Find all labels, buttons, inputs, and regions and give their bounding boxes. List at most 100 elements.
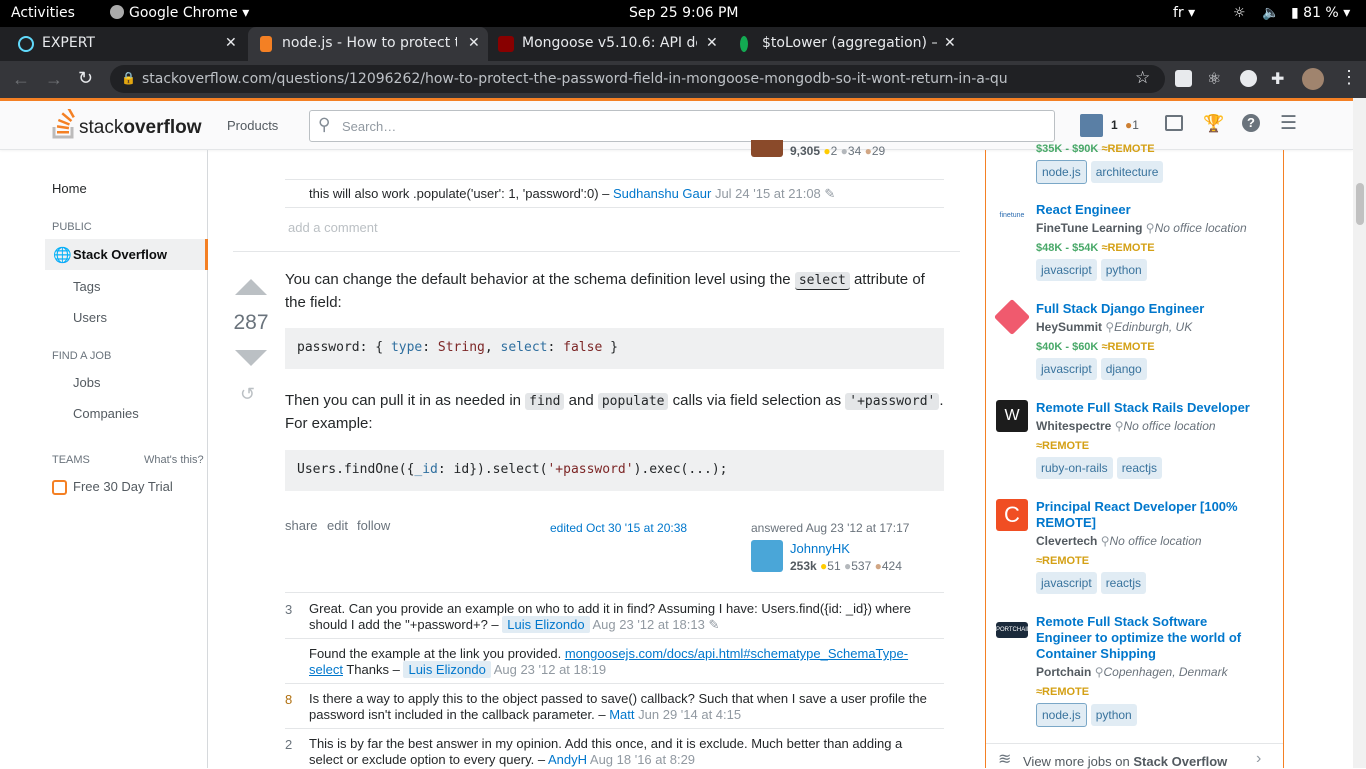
code-token: select xyxy=(500,340,548,355)
help-icon[interactable]: ? xyxy=(1242,114,1260,132)
history-icon[interactable]: ↺ xyxy=(240,384,255,405)
downvote-arrow-icon[interactable] xyxy=(233,349,269,367)
job-remote: REMOTE xyxy=(1042,686,1090,698)
tag[interactable]: python xyxy=(1090,704,1137,726)
system-top-bar: Activities Google Chrome ▾ Sep 25 9:06 P… xyxy=(0,0,1366,27)
comment-user-link[interactable]: AndyH xyxy=(548,752,587,767)
nav-stackoverflow[interactable]: 🌐 Stack Overflow xyxy=(45,239,208,270)
add-comment-link[interactable]: add a comment xyxy=(288,220,378,235)
nav-tags[interactable]: Tags xyxy=(73,279,100,294)
keyboard-layout[interactable]: fr ▾ xyxy=(1173,5,1195,21)
location-pin-icon: ⚲ xyxy=(1145,221,1155,235)
close-icon[interactable]: ✕ xyxy=(944,35,956,51)
code-block-1: password: { type: String, select: false … xyxy=(285,328,944,369)
kebab-menu-icon[interactable]: ⋮ xyxy=(1340,67,1358,88)
battery-status[interactable]: ▮ 81 % ▾ xyxy=(1291,5,1350,21)
profile-avatar[interactable] xyxy=(1302,68,1324,90)
tag[interactable]: javascript xyxy=(1036,259,1097,281)
tag[interactable]: reactjs xyxy=(1100,572,1147,594)
job-title[interactable]: Principal React Developer [100% REMOTE] xyxy=(1036,499,1266,531)
reload-icon[interactable]: ↻ xyxy=(78,68,93,89)
bookmark-star-icon[interactable]: ☆ xyxy=(1135,68,1150,88)
nav-home[interactable]: Home xyxy=(52,181,87,196)
edit-link[interactable]: edit xyxy=(327,518,348,533)
left-sidebar: Home PUBLIC 🌐 Stack Overflow Tags Users … xyxy=(0,150,208,768)
job-remote: REMOTE xyxy=(1042,555,1090,567)
nav-jobs[interactable]: Jobs xyxy=(73,375,100,390)
edited-link[interactable]: edited Oct 30 '15 at 20:38 xyxy=(550,521,687,535)
comment-date[interactable]: Aug 23 '12 at 18:19 xyxy=(494,662,606,677)
text: For example: xyxy=(285,415,373,432)
tag[interactable]: python xyxy=(1100,259,1147,281)
puzzle-icon[interactable]: ✚ xyxy=(1271,69,1284,89)
tag[interactable]: reactjs xyxy=(1116,457,1163,479)
react-devtools-icon[interactable]: ⚛ xyxy=(1207,69,1221,89)
tag[interactable]: node.js xyxy=(1036,160,1087,184)
share-link[interactable]: share xyxy=(285,518,318,533)
author-avatar[interactable] xyxy=(751,540,783,572)
close-icon[interactable]: ✕ xyxy=(225,35,237,51)
comment-user-link[interactable]: Luis Elizondo xyxy=(403,661,491,678)
inbox-icon[interactable] xyxy=(1165,115,1183,131)
job-listing[interactable]: finetune React Engineer FineTune Learnin… xyxy=(996,202,1276,292)
brightness-icon[interactable]: ☼ xyxy=(1233,5,1246,21)
tag[interactable]: architecture xyxy=(1090,161,1164,183)
close-icon[interactable]: ✕ xyxy=(706,35,718,51)
products-menu[interactable]: Products xyxy=(227,118,278,133)
inline-code: populate xyxy=(597,393,669,410)
job-title[interactable]: Remote Full Stack Rails Developer xyxy=(1036,400,1266,416)
job-listing[interactable]: C Principal React Developer [100% REMOTE… xyxy=(996,499,1276,604)
tab-expert[interactable]: EXPERT ✕ xyxy=(8,27,248,61)
nav-stackoverflow-label: Stack Overflow xyxy=(73,247,167,262)
author-bronze: 424 xyxy=(881,559,902,573)
job-title[interactable]: Full Stack Django Engineer xyxy=(1036,301,1266,317)
activities-button[interactable]: Activities xyxy=(11,5,75,21)
job-title[interactable]: React Engineer xyxy=(1036,202,1266,218)
prev-bronze: 29 xyxy=(871,144,886,158)
tag[interactable]: javascript xyxy=(1036,358,1097,380)
job-listing[interactable]: W Remote Full Stack Rails Developer Whit… xyxy=(996,400,1276,490)
dark-reader-icon[interactable] xyxy=(1240,70,1257,87)
comment-date[interactable]: Jul 24 '15 at 21:08 xyxy=(715,186,821,201)
comment-user-link[interactable]: Luis Elizondo xyxy=(502,616,590,633)
comment-date[interactable]: Aug 23 '12 at 18:13 xyxy=(593,617,705,632)
user-avatar[interactable] xyxy=(1080,114,1103,137)
tab-stackoverflow[interactable]: node.js - How to protect t ✕ xyxy=(248,27,488,61)
whats-this-link[interactable]: What's this? xyxy=(144,454,204,466)
address-bar[interactable]: 🔒 stackoverflow.com/questions/12096262/h… xyxy=(110,65,1165,93)
nav-free-trial[interactable]: Free 30 Day Trial xyxy=(73,479,173,494)
comment-date[interactable]: Aug 18 '16 at 8:29 xyxy=(590,752,695,767)
tab-mongoose[interactable]: Mongoose v5.10.6: API do ✕ xyxy=(488,27,728,61)
page-scrollbar[interactable] xyxy=(1353,98,1366,768)
app-menu[interactable]: Google Chrome ▾ xyxy=(110,5,249,21)
tab-tolower[interactable]: $toLower (aggregation) – ✕ xyxy=(728,27,968,61)
nav-users[interactable]: Users xyxy=(73,310,107,325)
job-listing[interactable]: Full Stack Django Engineer HeySummit ⚲Ed… xyxy=(993,298,1276,391)
job-title[interactable]: Remote Full Stack Software Engineer to o… xyxy=(1036,614,1266,662)
tag[interactable]: ruby-on-rails xyxy=(1036,457,1113,479)
site-switcher-icon[interactable]: ☰ xyxy=(1280,112,1297,135)
trophy-icon[interactable]: 🏆 xyxy=(1203,114,1224,134)
close-icon[interactable]: ✕ xyxy=(468,35,480,51)
prev-user-avatar[interactable] xyxy=(751,140,783,157)
tag[interactable]: node.js xyxy=(1036,703,1087,727)
back-arrow-icon[interactable]: ← xyxy=(12,69,30,90)
tag[interactable]: django xyxy=(1100,358,1147,380)
volume-icon[interactable]: 🔈 xyxy=(1262,5,1279,21)
forward-arrow-icon[interactable]: → xyxy=(45,69,63,90)
reputation[interactable]: 1 xyxy=(1111,118,1118,132)
tag[interactable]: javascript xyxy=(1036,572,1097,594)
extension-icon[interactable] xyxy=(1175,70,1192,87)
clock[interactable]: Sep 25 9:06 PM xyxy=(629,5,739,21)
comment-user-link[interactable]: Matt xyxy=(609,707,634,722)
nav-companies[interactable]: Companies xyxy=(73,406,139,421)
follow-link[interactable]: follow xyxy=(357,518,390,533)
view-more-jobs[interactable]: ≋ View more jobs on Stack Overflow › xyxy=(986,743,1283,769)
author-link[interactable]: JohnnyHK xyxy=(790,541,850,556)
scrollbar-thumb[interactable] xyxy=(1356,183,1364,225)
upvote-arrow-icon[interactable] xyxy=(233,278,269,296)
job-listing[interactable]: PORTCHAIN Remote Full Stack Software Eng… xyxy=(996,614,1276,734)
search-input[interactable]: ⚲ Search… xyxy=(309,110,1055,142)
comment-user-link[interactable]: Sudhanshu Gaur xyxy=(613,186,711,201)
comment-date[interactable]: Jun 29 '14 at 4:15 xyxy=(638,707,741,722)
